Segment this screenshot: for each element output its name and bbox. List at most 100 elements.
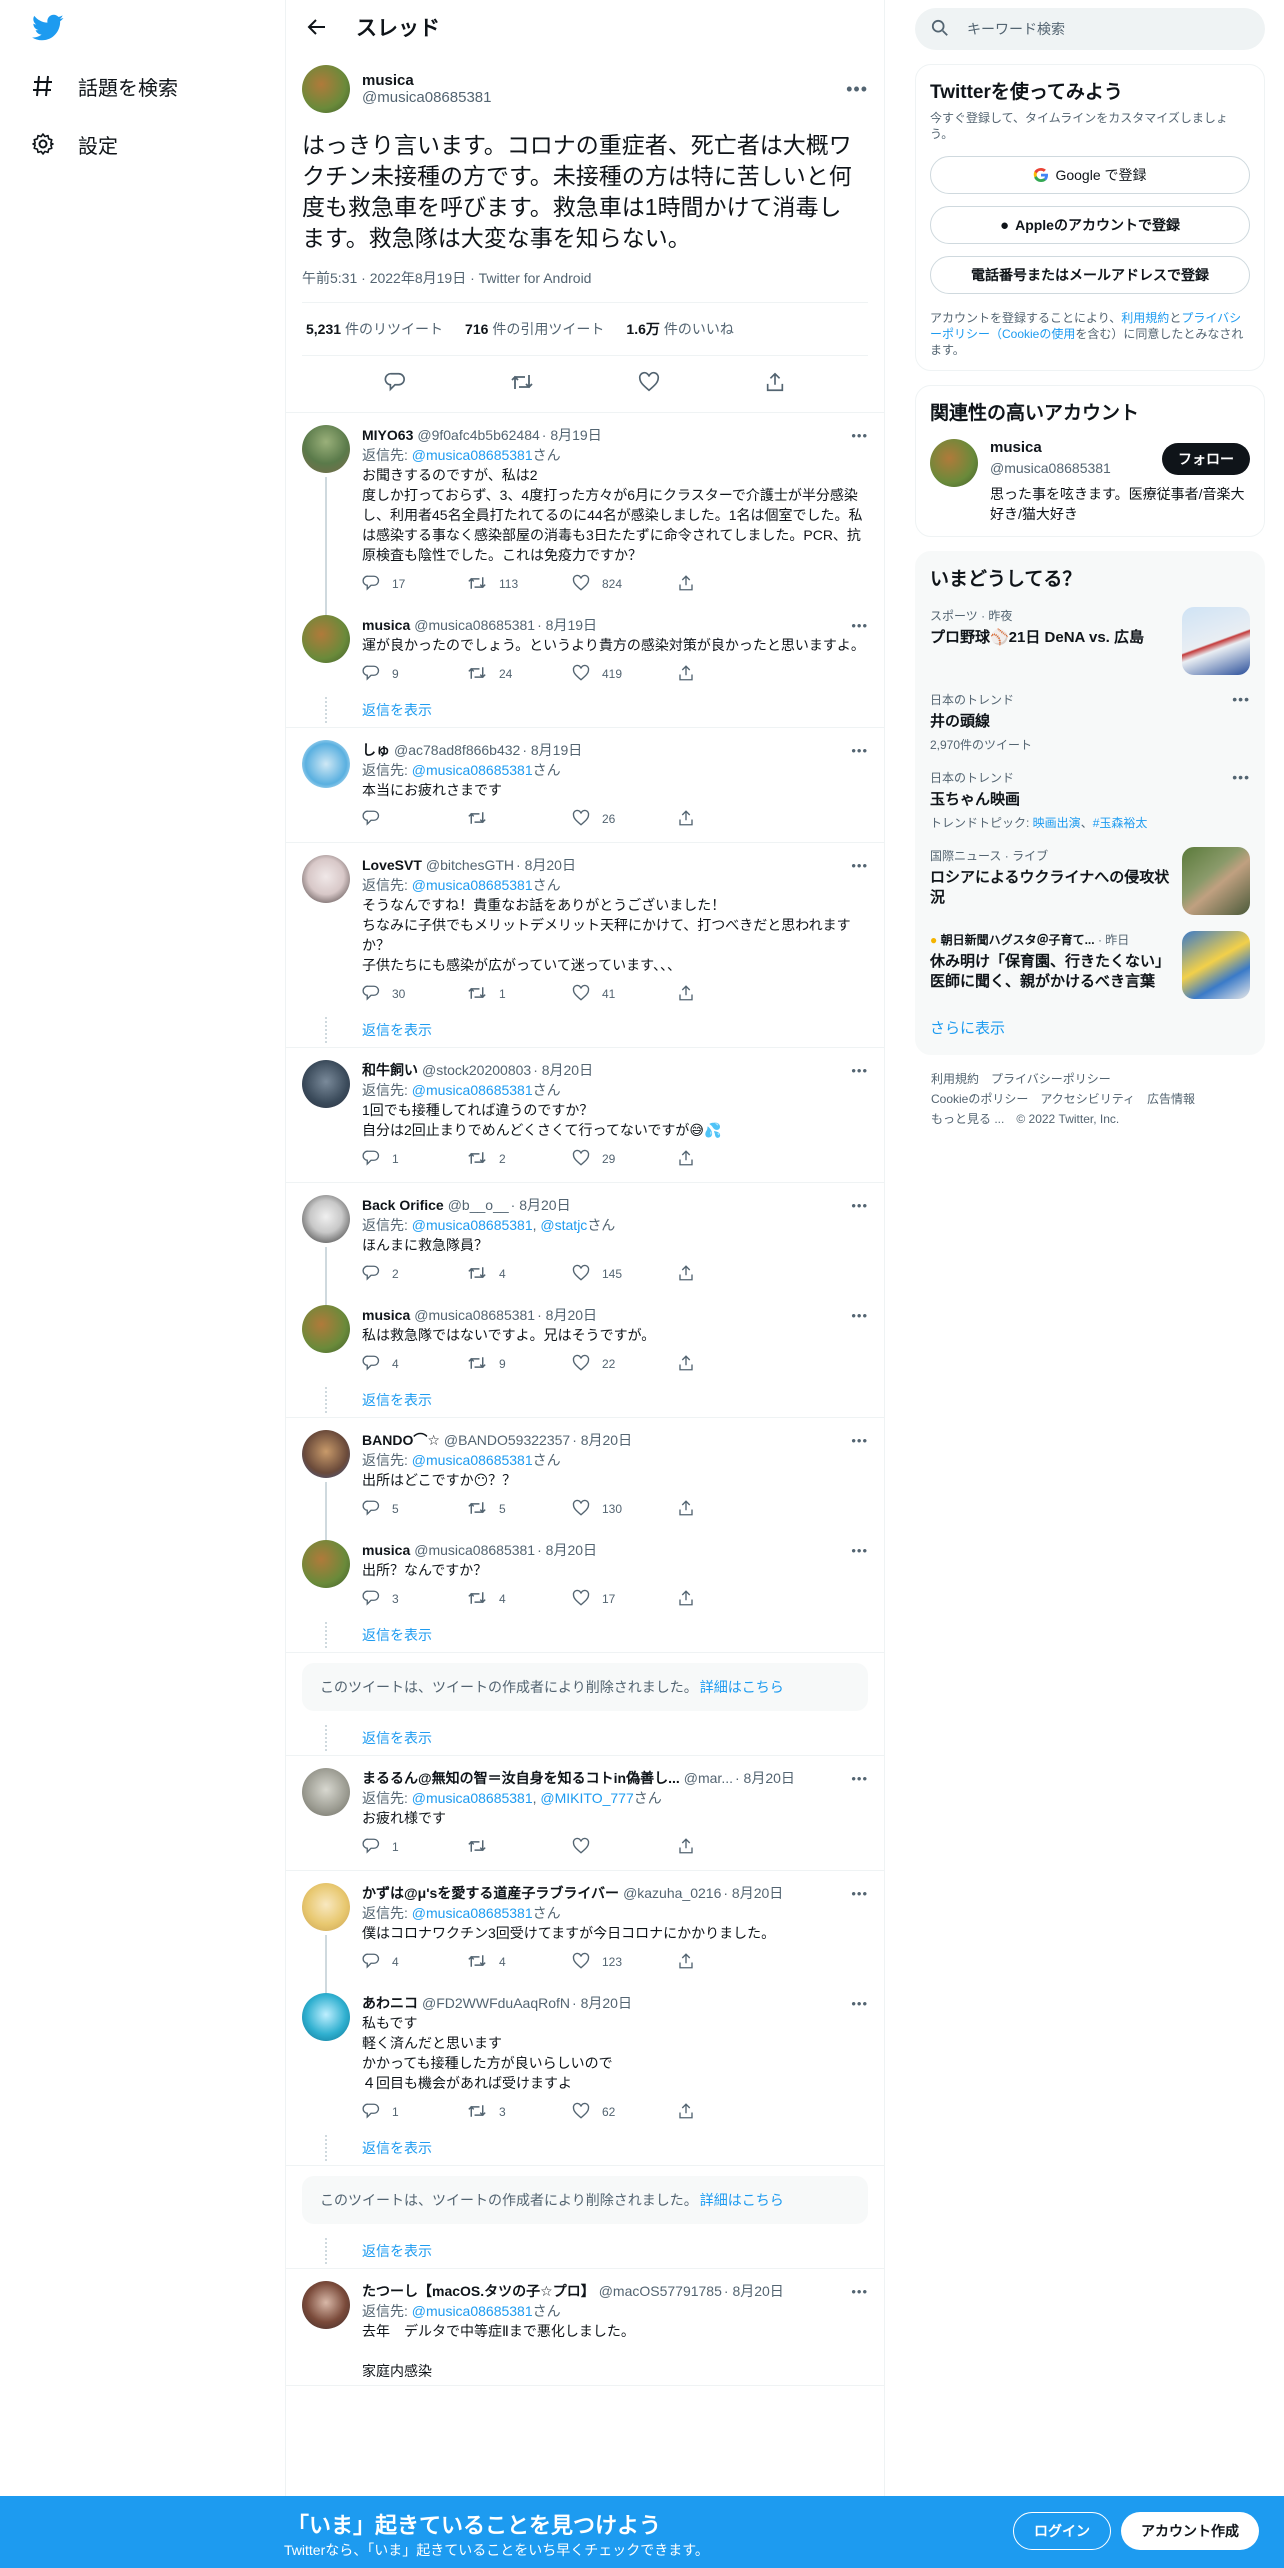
author-name[interactable]: たつーし【macOS.タツの子☆プロ】 (362, 2281, 595, 2301)
reply-button[interactable]: 1 (362, 1837, 467, 1858)
phone-signup-button[interactable]: 電話番号またはメールアドレスで登録 (930, 256, 1250, 294)
share-button[interactable] (677, 1589, 782, 1610)
mention-link[interactable]: @MIKITO_777 (540, 1790, 633, 1806)
reply-date[interactable]: · 8月20日 (723, 1883, 783, 1903)
author-handle[interactable]: @stock20200803 (422, 1062, 531, 1078)
reply-tweet[interactable]: 和牛飼い @stock20200803 · 8月20日 ••• 返信先: @musica… (286, 1048, 884, 1178)
reply-icon[interactable] (384, 371, 406, 398)
apple-signup-button[interactable]: ● Appleのアカウントで登録 (930, 206, 1250, 244)
mention-link[interactable]: @musica08685381 (412, 1905, 533, 1921)
avatar[interactable] (302, 1993, 350, 2041)
reply-date[interactable]: · 8月20日 (735, 1768, 795, 1788)
author-handle[interactable]: @musica08685381 (414, 1542, 535, 1558)
like-button[interactable]: 22 (572, 1354, 677, 1375)
show-replies-link[interactable]: 返信を表示 (286, 1383, 884, 1417)
author-name[interactable]: musica (362, 1307, 410, 1323)
like-button[interactable]: 17 (572, 1589, 677, 1610)
reply-date[interactable]: · 8月20日 (724, 2281, 784, 2301)
retweet-button[interactable]: 5 (467, 1499, 572, 1520)
share-button[interactable] (677, 1837, 782, 1858)
quote-count[interactable]: 716 件の引用ツイート (465, 319, 604, 339)
show-replies-link[interactable]: 返信を表示 (286, 1618, 884, 1652)
retweet-button[interactable]: 2 (467, 1149, 572, 1170)
account-item[interactable]: musica @musica08685381 フォロー 思った事を呟きます。医療… (930, 439, 1250, 524)
reply-tweet[interactable]: LoveSVT @bitchesGTH · 8月20日 ••• 返信先: @musica… (286, 843, 884, 1013)
trend-item[interactable]: 日本のトレンド 玉ちゃん映画 トレンドトピック: 映画出演、#玉森裕太 ••• (930, 769, 1250, 831)
avatar[interactable] (302, 1195, 350, 1243)
reply-tweet[interactable]: MIYO63 @9f0afc4b5b62484 · 8月19日 ••• 返信先: @mu… (286, 413, 884, 615)
retweet-button[interactable]: 4 (467, 1952, 572, 1973)
more-icon[interactable]: ••• (851, 2284, 868, 2299)
nav-explore[interactable]: 話題を検索 (30, 66, 178, 106)
author-name[interactable]: musica (362, 1542, 410, 1558)
reply-tweet[interactable]: しゅ @ac78ad8f866b432 · 8月19日 ••• 返信先: @musica… (286, 728, 884, 838)
author-handle[interactable]: @FD2WWFduAaqRofN (422, 1995, 570, 2011)
reply-button[interactable]: 2 (362, 1264, 467, 1285)
show-replies-link[interactable]: 返信を表示 (286, 693, 884, 727)
reply-tweet[interactable]: musica @musica08685381 · 8月20日 ••• 私は救急隊ではない… (286, 1293, 884, 1383)
author-handle[interactable]: @bitchesGTH (426, 857, 514, 873)
retweet-button[interactable]: 4 (467, 1589, 572, 1610)
more-icon[interactable]: ••• (851, 1063, 868, 1078)
share-button[interactable] (677, 2102, 782, 2123)
author-handle[interactable]: @musica08685381 (362, 89, 846, 106)
trend-topic-link[interactable]: 映画出演 (1033, 816, 1081, 830)
show-more-link[interactable]: さらに表示 (930, 1017, 1250, 1038)
share-button[interactable] (677, 1149, 782, 1170)
mention-link[interactable]: @musica08685381 (412, 1217, 533, 1233)
more-icon[interactable]: ••• (851, 428, 868, 443)
like-button[interactable]: 29 (572, 1149, 677, 1170)
mention-link[interactable]: @musica08685381 (412, 1790, 533, 1806)
show-replies-link[interactable]: 返信を表示 (286, 2131, 884, 2165)
like-button[interactable]: 419 (572, 664, 677, 685)
author-handle[interactable]: @musica08685381 (414, 617, 535, 633)
share-button[interactable] (677, 1952, 782, 1973)
author-name[interactable]: 和牛飼い (362, 1060, 418, 1080)
avatar[interactable] (302, 855, 350, 903)
terms-link[interactable]: 利用規約 (1121, 311, 1169, 325)
like-button[interactable]: 123 (572, 1952, 677, 1973)
more-icon[interactable]: ••• (851, 1771, 868, 1786)
reply-date[interactable]: · 8月20日 (533, 1060, 593, 1080)
reply-button[interactable]: 4 (362, 1354, 467, 1375)
reply-button[interactable]: 1 (362, 1149, 467, 1170)
mention-link[interactable]: @musica08685381 (412, 877, 533, 893)
trend-item[interactable]: 日本のトレンド 井の頭線 2,970件のツイート ••• (930, 691, 1250, 753)
more-icon[interactable]: ••• (851, 1996, 868, 2011)
search-input[interactable]: キーワード検索 (915, 8, 1265, 50)
retweet-count[interactable]: 5,231 件のリツイート (306, 319, 443, 339)
mention-link[interactable]: @musica08685381 (412, 1082, 533, 1098)
author-name[interactable]: BANDO⌒☆ (362, 1430, 440, 1450)
mention-link[interactable]: @musica08685381 (412, 1452, 533, 1468)
learn-more-link[interactable]: 詳細はこちら (700, 1677, 784, 1697)
reply-tweet[interactable]: たつーし【macOS.タツの子☆プロ】 @macOS57791785 · 8月20日… (286, 2269, 884, 2381)
more-icon[interactable]: ••• (851, 618, 868, 633)
back-arrow-icon[interactable] (302, 12, 332, 42)
show-replies-link[interactable]: 返信を表示 (286, 1721, 884, 1755)
show-replies-link[interactable]: 返信を表示 (286, 1013, 884, 1047)
share-button[interactable] (677, 574, 782, 595)
avatar[interactable] (302, 1060, 350, 1108)
footer-link[interactable]: 広告情報 (1147, 1092, 1195, 1106)
retweet-icon[interactable] (510, 371, 534, 398)
author-name[interactable]: しゅ (362, 740, 390, 760)
like-button[interactable]: 41 (572, 984, 677, 1005)
retweet-button[interactable]: 4 (467, 1264, 572, 1285)
reply-date[interactable]: · 8月20日 (572, 1993, 632, 2013)
author-name[interactable]: まるるん@無知の智＝汝自身を知るコトin偽善し... (362, 1768, 680, 1788)
avatar[interactable] (302, 740, 350, 788)
avatar[interactable] (930, 439, 978, 487)
follow-button[interactable]: フォロー (1162, 443, 1250, 475)
reply-button[interactable]: 17 (362, 574, 467, 595)
more-icon[interactable]: ••• (1232, 691, 1250, 753)
trend-topic-link[interactable]: #玉森裕太 (1093, 816, 1148, 830)
share-button[interactable] (677, 1499, 782, 1520)
reply-date[interactable]: · 8月20日 (572, 1430, 632, 1450)
reply-date[interactable]: · 8月20日 (516, 855, 576, 875)
show-replies-link[interactable]: 返信を表示 (286, 2234, 884, 2268)
avatar[interactable] (302, 2281, 350, 2329)
author-handle[interactable]: @mar... (684, 1770, 733, 1786)
like-button[interactable] (572, 1837, 677, 1858)
author-name[interactable]: MIYO63 (362, 427, 413, 443)
share-icon[interactable] (764, 371, 786, 398)
